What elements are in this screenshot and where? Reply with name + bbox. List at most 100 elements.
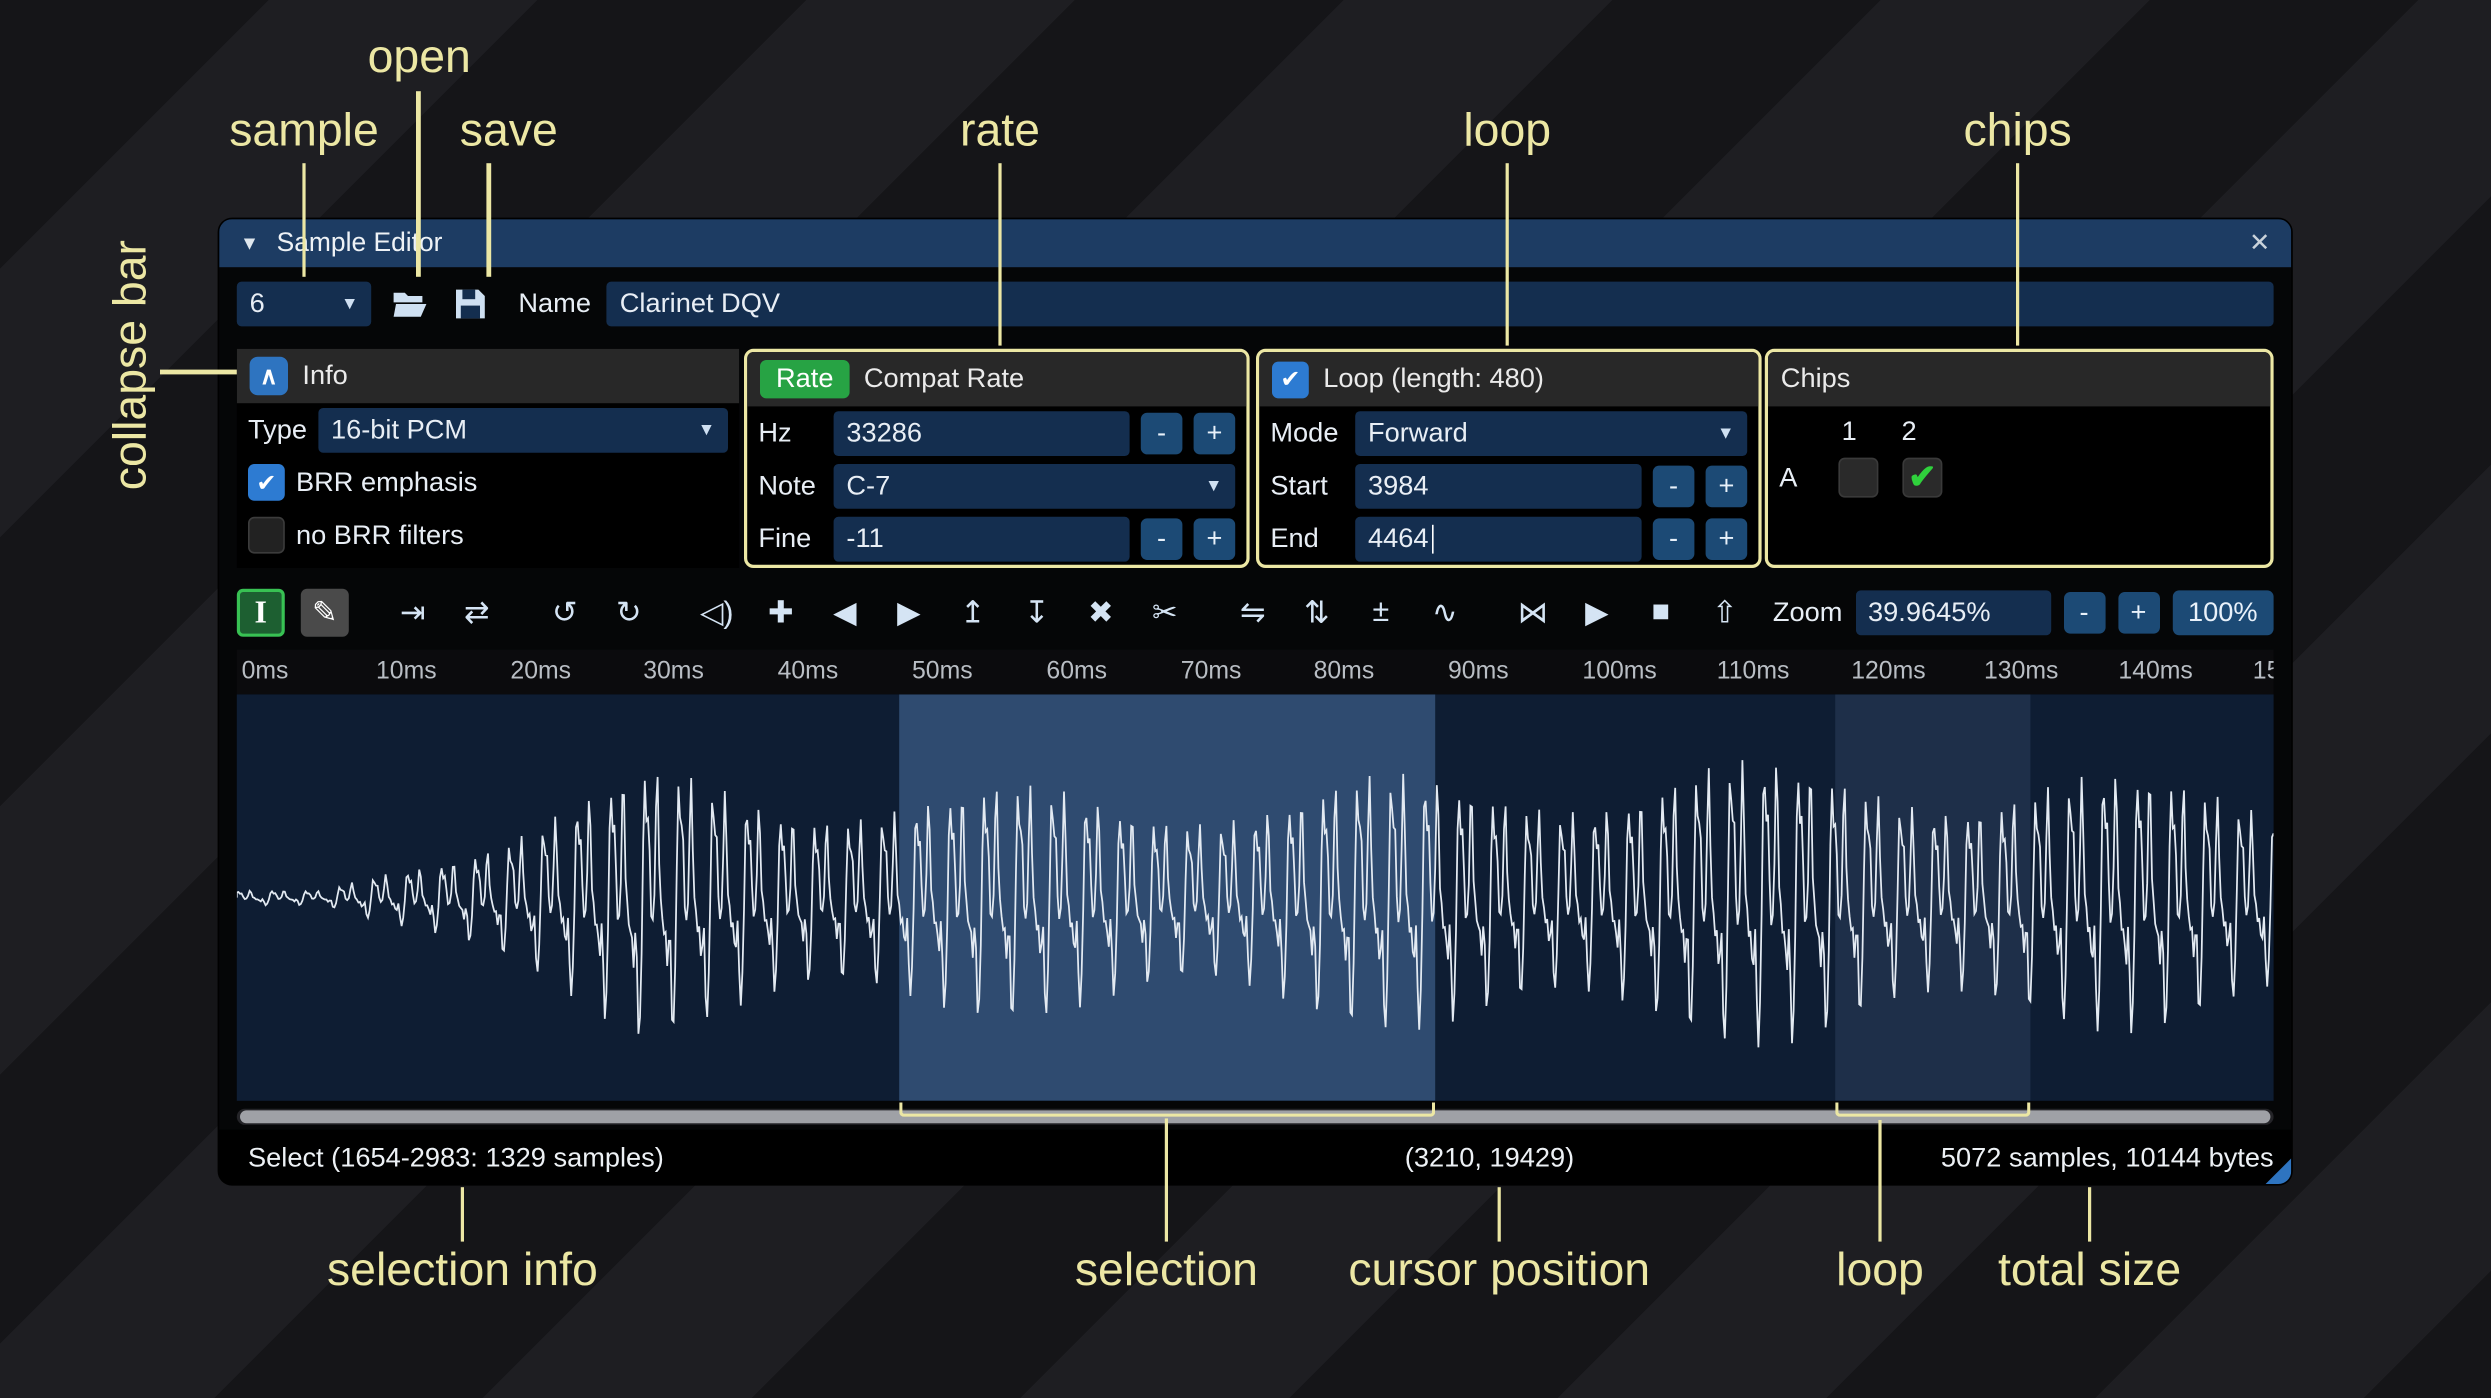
fine-minus-button[interactable]: - — [1140, 517, 1183, 560]
annotation-line-total-size — [2087, 1187, 2092, 1242]
loop-start-input[interactable]: 3984 — [1355, 463, 1642, 508]
resample-icon: ⇄ — [464, 596, 490, 630]
tick-label: 70ms — [1180, 657, 1242, 685]
annotation-line-cursor-position — [1497, 1187, 1502, 1242]
filter-button[interactable]: ∿ — [1421, 589, 1469, 637]
zoom-reset-button[interactable]: 100% — [2172, 590, 2274, 636]
sample-row: 6 ▼ Name Clarinet DQV — [236, 280, 2274, 328]
close-icon[interactable]: ✕ — [2249, 227, 2270, 259]
undo-button[interactable]: ↺ — [541, 589, 589, 637]
zoom-input[interactable]: 39.9645% — [1855, 590, 2051, 636]
loop-mode-select[interactable]: Forward ▼ — [1355, 410, 1748, 456]
insert-silence-button[interactable]: ↥ — [949, 589, 997, 637]
annotation-save: save — [459, 105, 558, 157]
annotation-line-open — [416, 91, 420, 277]
annotation-line-chips — [2015, 163, 2020, 346]
chip-column-1-label: 1 — [1841, 416, 1857, 447]
tick-label: 150ms — [2252, 657, 2274, 685]
loop-start-plus-button[interactable]: + — [1705, 464, 1748, 507]
preview-stop-button[interactable]: ■ — [1637, 589, 1685, 637]
export-wavetable-button[interactable]: ⇧ — [1701, 589, 1749, 637]
draw-mode-button[interactable]: ✎ — [300, 588, 349, 637]
loop-start-minus-button[interactable]: - — [1652, 464, 1695, 507]
delete-button[interactable]: ✖ — [1077, 589, 1125, 637]
invert-button[interactable]: ⇅ — [1293, 589, 1341, 637]
tick-label: 110ms — [1716, 657, 1790, 685]
preview-play-button[interactable]: ▶ — [1573, 589, 1621, 637]
fade-in-button[interactable]: ◀ — [821, 589, 869, 637]
dropdown-arrow-icon: ▼ — [697, 420, 716, 440]
collapse-bar-button[interactable]: ∧ — [249, 356, 288, 396]
trim-button[interactable]: ✂ — [1141, 589, 1189, 637]
signed-unsigned-button[interactable]: ± — [1357, 589, 1405, 637]
annotation-selection-info: selection info — [326, 1244, 598, 1296]
fade-out-button[interactable]: ▶ — [885, 589, 933, 637]
normalize-button[interactable]: ✚ — [757, 589, 805, 637]
loop-end-label: End — [1270, 522, 1319, 553]
chevron-up-icon: ∧ — [260, 363, 278, 391]
dropdown-arrow-icon: ▼ — [1204, 476, 1223, 496]
preview-stop-icon: ■ — [1651, 595, 1670, 629]
draw-mode-icon: ✎ — [312, 596, 338, 630]
undo-icon: ↺ — [552, 596, 578, 630]
crossfade-button[interactable]: ⋈ — [1509, 589, 1557, 637]
sample-toolbar: I ✎ ⇥ ⇄ ↺ ↻ ◁) ✚ ◀ ▶ ↥ ↧ ✖ ✂ ⇋ ⇅ ± ∿ ⋈ ▶… — [236, 586, 2274, 640]
loop-enable-checkbox[interactable]: ✔ — [1272, 360, 1309, 398]
resize-grip[interactable] — [2265, 1158, 2292, 1184]
apply-silence-button[interactable]: ↧ — [1013, 589, 1061, 637]
annotation-collapse-bar: collapse bar — [105, 240, 157, 491]
open-button[interactable] — [387, 282, 432, 327]
no-brr-filters-label: no BRR filters — [296, 519, 464, 550]
tick-label: 10ms — [376, 657, 437, 685]
chip-2-checkbox[interactable]: ✔ — [1902, 457, 1943, 498]
zoom-in-button[interactable]: + — [2117, 592, 2160, 634]
window-collapse-icon[interactable]: ▼ — [240, 232, 259, 254]
crossfade-icon: ⋈ — [1517, 596, 1548, 630]
loop-end-minus-button[interactable]: - — [1652, 517, 1695, 560]
loop-end-plus-button[interactable]: + — [1705, 517, 1748, 560]
resize-button[interactable]: ⇥ — [389, 589, 437, 637]
selection-info-text: Select (1654-2983: 1329 samples) — [248, 1142, 664, 1173]
zoom-controls: Zoom 39.9645% - + 100% — [1773, 590, 2274, 636]
loop-panel: ✔ Loop (length: 480) Mode Forward ▼ Star… — [1256, 348, 1762, 568]
tick-label: 130ms — [1984, 657, 2059, 685]
hz-plus-button[interactable]: + — [1193, 412, 1236, 454]
annotation-line-collapse-bar — [160, 369, 237, 374]
hz-label: Hz — [758, 416, 792, 448]
sample-editor-window: ▼ Sample Editor ✕ 6 ▼ Name Clarinet DQV … — [219, 219, 2292, 1184]
amplify-button[interactable]: ◁) — [693, 589, 741, 637]
insert-silence-icon: ↥ — [960, 596, 986, 630]
rate-toggle-button[interactable]: Rate — [760, 360, 850, 399]
redo-button[interactable]: ↻ — [605, 589, 653, 637]
loop-end-input[interactable]: 4464 — [1355, 516, 1642, 561]
chip-1-checkbox[interactable] — [1838, 457, 1879, 498]
fine-input[interactable]: -11 — [833, 516, 1130, 561]
sample-type-select[interactable]: 16-bit PCM ▼ — [318, 407, 728, 452]
check-icon: ✔ — [1908, 459, 1937, 496]
zoom-out-button[interactable]: - — [2063, 592, 2105, 634]
annotation-bracket-loop — [1835, 1102, 2031, 1117]
select-mode-button[interactable]: I — [236, 588, 285, 637]
normalize-icon: ✚ — [768, 596, 794, 630]
timeline-ruler: 0ms 10ms 20ms 30ms 40ms 50ms 60ms 70ms 8… — [236, 649, 2274, 695]
save-button[interactable] — [448, 282, 493, 327]
fine-label: Fine — [758, 522, 812, 553]
sample-number-select[interactable]: 6 ▼ — [236, 281, 372, 327]
reverse-icon: ⇋ — [1240, 596, 1266, 630]
annotation-line-selection-info — [460, 1187, 465, 1242]
fine-plus-button[interactable]: + — [1193, 517, 1236, 560]
text-cursor — [1431, 524, 1435, 553]
dropdown-arrow-icon: ▼ — [340, 294, 359, 314]
annotation-loop-top: loop — [1463, 105, 1552, 157]
tick-label: 0ms — [241, 657, 289, 685]
hz-minus-button[interactable]: - — [1140, 412, 1183, 454]
waveform-view[interactable] — [236, 694, 2274, 1101]
name-input[interactable]: Clarinet DQV — [606, 281, 2274, 327]
delete-icon: ✖ — [1088, 596, 1114, 630]
note-select[interactable]: C-7 ▼ — [833, 463, 1236, 508]
no-brr-filters-checkbox[interactable] — [248, 516, 285, 554]
reverse-button[interactable]: ⇋ — [1229, 589, 1277, 637]
resample-button[interactable]: ⇄ — [453, 589, 501, 637]
hz-input[interactable]: 33286 — [833, 410, 1130, 456]
brr-emphasis-checkbox[interactable]: ✔ — [248, 464, 285, 501]
